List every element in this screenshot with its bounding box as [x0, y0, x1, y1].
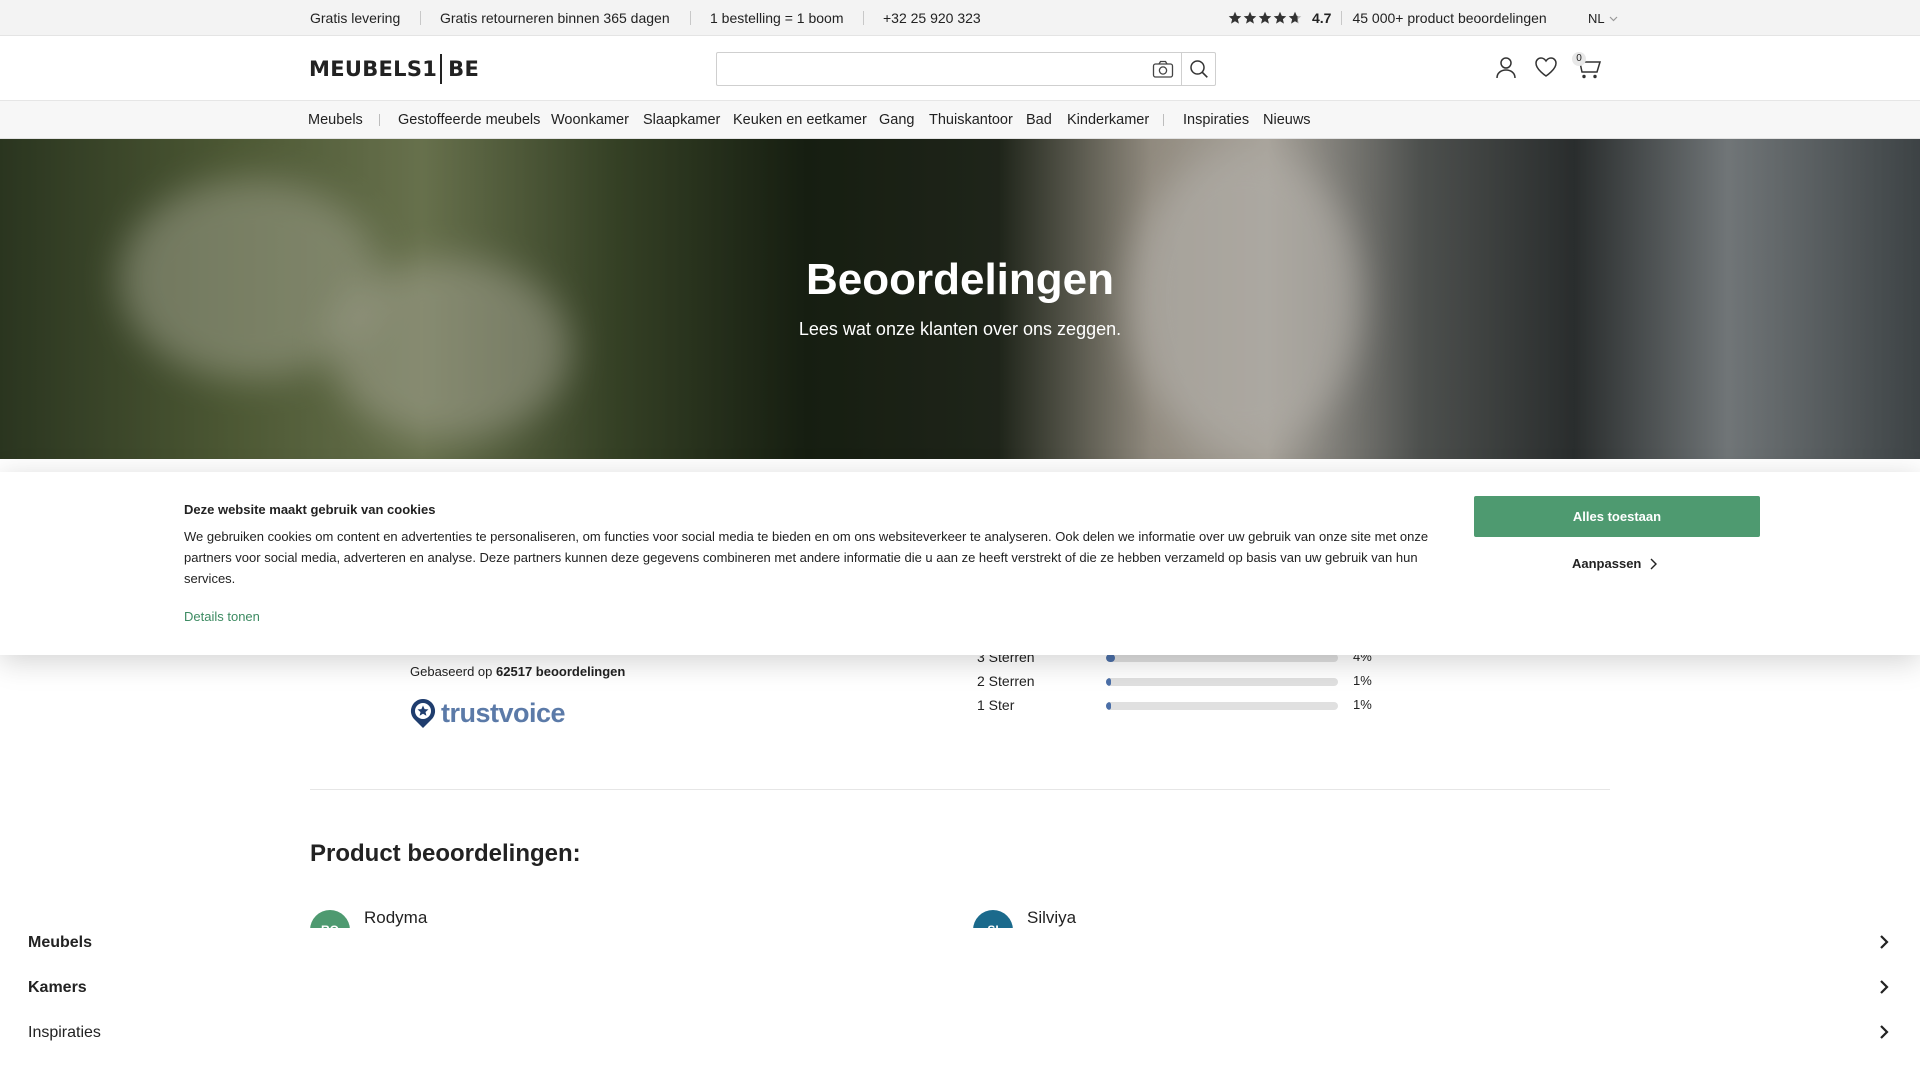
distribution-label: 1 Ster	[977, 697, 1015, 713]
based-on-count: 62517 beoordelingen	[496, 664, 626, 679]
distribution-bar	[1106, 702, 1338, 710]
site-header: MEUBELS1 BE 0	[0, 36, 1920, 101]
nav-item-gestoffeerde-meubels[interactable]: Gestoffeerde meubels	[398, 112, 540, 128]
nav-item-bad[interactable]: Bad	[1026, 112, 1052, 128]
cookie-body-text: We gebruiken cookies om content en adver…	[184, 529, 1429, 586]
distribution-label: 2 Sterren	[977, 673, 1035, 689]
usp-free-returns: Gratis retourneren binnen 365 dagen	[440, 10, 670, 26]
distribution-row: 2 Sterren 1%	[977, 673, 1397, 689]
chevron-right-icon	[1650, 558, 1658, 569]
nav-divider	[379, 114, 380, 126]
cookie-title: Deze website maakt gebruik van cookies	[184, 502, 436, 517]
rating-summary[interactable]: 4.7 45 000+ product beoordelingen	[1228, 10, 1547, 26]
rating-value: 4.7	[1312, 10, 1332, 26]
chevron-right-icon	[1880, 935, 1889, 949]
nav-item-woonkamer[interactable]: Woonkamer	[551, 112, 629, 128]
distribution-row: 1 Ster 1%	[977, 697, 1397, 713]
chevron-down-icon	[1609, 16, 1618, 21]
distribution-percent: 1%	[1353, 697, 1372, 712]
customize-label: Aanpassen	[1572, 556, 1642, 571]
logo-wordmark: MEUBELS1	[309, 57, 438, 81]
customize-cookies-button[interactable]: Aanpassen	[1572, 556, 1658, 571]
cart-count-badge: 0	[1572, 52, 1586, 66]
rating-divider	[1341, 11, 1343, 25]
logo-divider	[440, 54, 443, 84]
section-divider	[310, 789, 1610, 790]
usp-divider	[420, 11, 421, 25]
star-rating-icons	[1228, 11, 1302, 25]
search-icon	[1190, 60, 1208, 78]
trustvoice-badge-icon	[410, 698, 436, 728]
logo-country: BE	[448, 57, 480, 81]
usp-order-tree: 1 bestelling = 1 boom	[710, 10, 844, 26]
wishlist-heart-icon[interactable]	[1534, 56, 1558, 78]
nav-item-thuiskantoor[interactable]: Thuiskantoor	[929, 112, 1013, 128]
nav-item-gang[interactable]: Gang	[879, 112, 914, 128]
search-bar	[716, 52, 1216, 86]
reviewer-name: Rodyma	[364, 908, 428, 927]
cookie-details-link[interactable]: Details tonen	[184, 609, 260, 624]
site-logo[interactable]: MEUBELS1 BE	[309, 54, 479, 84]
distribution-percent: 1%	[1353, 673, 1372, 688]
chevron-right-icon	[1880, 980, 1889, 994]
nav-item-nieuws[interactable]: Nieuws	[1263, 112, 1311, 128]
reviewer-name: Silviya	[1027, 908, 1077, 927]
camera-search-icon[interactable]	[1152, 59, 1174, 79]
language-selector[interactable]: NL	[1588, 11, 1618, 26]
language-code: NL	[1588, 11, 1605, 26]
nav-item-inspiraties[interactable]: Inspiraties	[1183, 112, 1249, 128]
top-bar: Gratis levering Gratis retourneren binne…	[0, 0, 1920, 36]
star-half-icon	[1288, 11, 1302, 24]
hero-banner: Beoordelingen Lees wat onze klanten over…	[0, 139, 1920, 459]
distribution-bar-fill	[1106, 654, 1116, 662]
mobile-nav-label: Inspiraties	[28, 1024, 101, 1041]
page-subtitle: Lees wat onze klanten over ons zeggen.	[798, 319, 1122, 339]
mobile-nav-label: Meubels	[28, 934, 93, 951]
nav-item-kinderkamer[interactable]: Kinderkamer	[1067, 112, 1149, 128]
usp-divider	[690, 11, 691, 25]
star-icon	[1228, 11, 1242, 24]
phone-number[interactable]: +32 25 920 323	[883, 10, 981, 26]
distribution-bar	[1106, 654, 1338, 662]
star-icon	[1243, 11, 1257, 24]
mobile-nav-label: Kamers	[28, 979, 87, 996]
product-reviews-title: Product beoordelingen:	[310, 840, 581, 867]
distribution-bar	[1106, 678, 1338, 686]
nav-divider	[1163, 114, 1164, 126]
distribution-bar-fill	[1106, 702, 1111, 710]
nav-item-slaapkamer[interactable]: Slaapkamer	[643, 112, 720, 128]
trustvoice-wordmark: trustvoice	[441, 697, 566, 728]
star-icon	[1273, 11, 1287, 24]
usp-free-delivery: Gratis levering	[310, 10, 401, 26]
nav-item-keuken-en-eetkamer[interactable]: Keuken en eetkamer	[733, 112, 867, 128]
mobile-nav-item-kamers[interactable]: Kamers	[28, 973, 1892, 1001]
usp-divider	[863, 11, 864, 25]
account-icon[interactable]	[1495, 56, 1517, 80]
mobile-nav-panel: Meubels Kamers Inspiraties	[0, 928, 1920, 1080]
trustvoice-logo[interactable]: trustvoice	[409, 697, 566, 729]
reviews-count-label: 45 000+ product beoordelingen	[1352, 10, 1547, 26]
mobile-nav-item-meubels[interactable]: Meubels	[28, 928, 1892, 956]
page-title: Beoordelingen	[805, 255, 1115, 304]
cookie-banner: Deze website maakt gebruik van cookies W…	[0, 472, 1920, 655]
distribution-bar-fill	[1106, 678, 1111, 686]
based-on-prefix: Gebaseerd op	[410, 664, 493, 679]
star-icon	[1258, 11, 1272, 24]
mobile-nav-item-inspiraties[interactable]: Inspiraties	[28, 1018, 1892, 1046]
search-input[interactable]	[717, 53, 1137, 85]
search-button[interactable]	[1181, 53, 1216, 85]
main-navigation: Meubels Gestoffeerde meubels Woonkamer S…	[0, 101, 1920, 139]
reviews-based-on: Gebaseerd op 62517 beoordelingen	[410, 664, 625, 679]
allow-all-cookies-button[interactable]: Alles toestaan	[1474, 496, 1760, 537]
chevron-right-icon	[1880, 1025, 1889, 1039]
nav-item-meubels[interactable]: Meubels	[308, 112, 363, 128]
